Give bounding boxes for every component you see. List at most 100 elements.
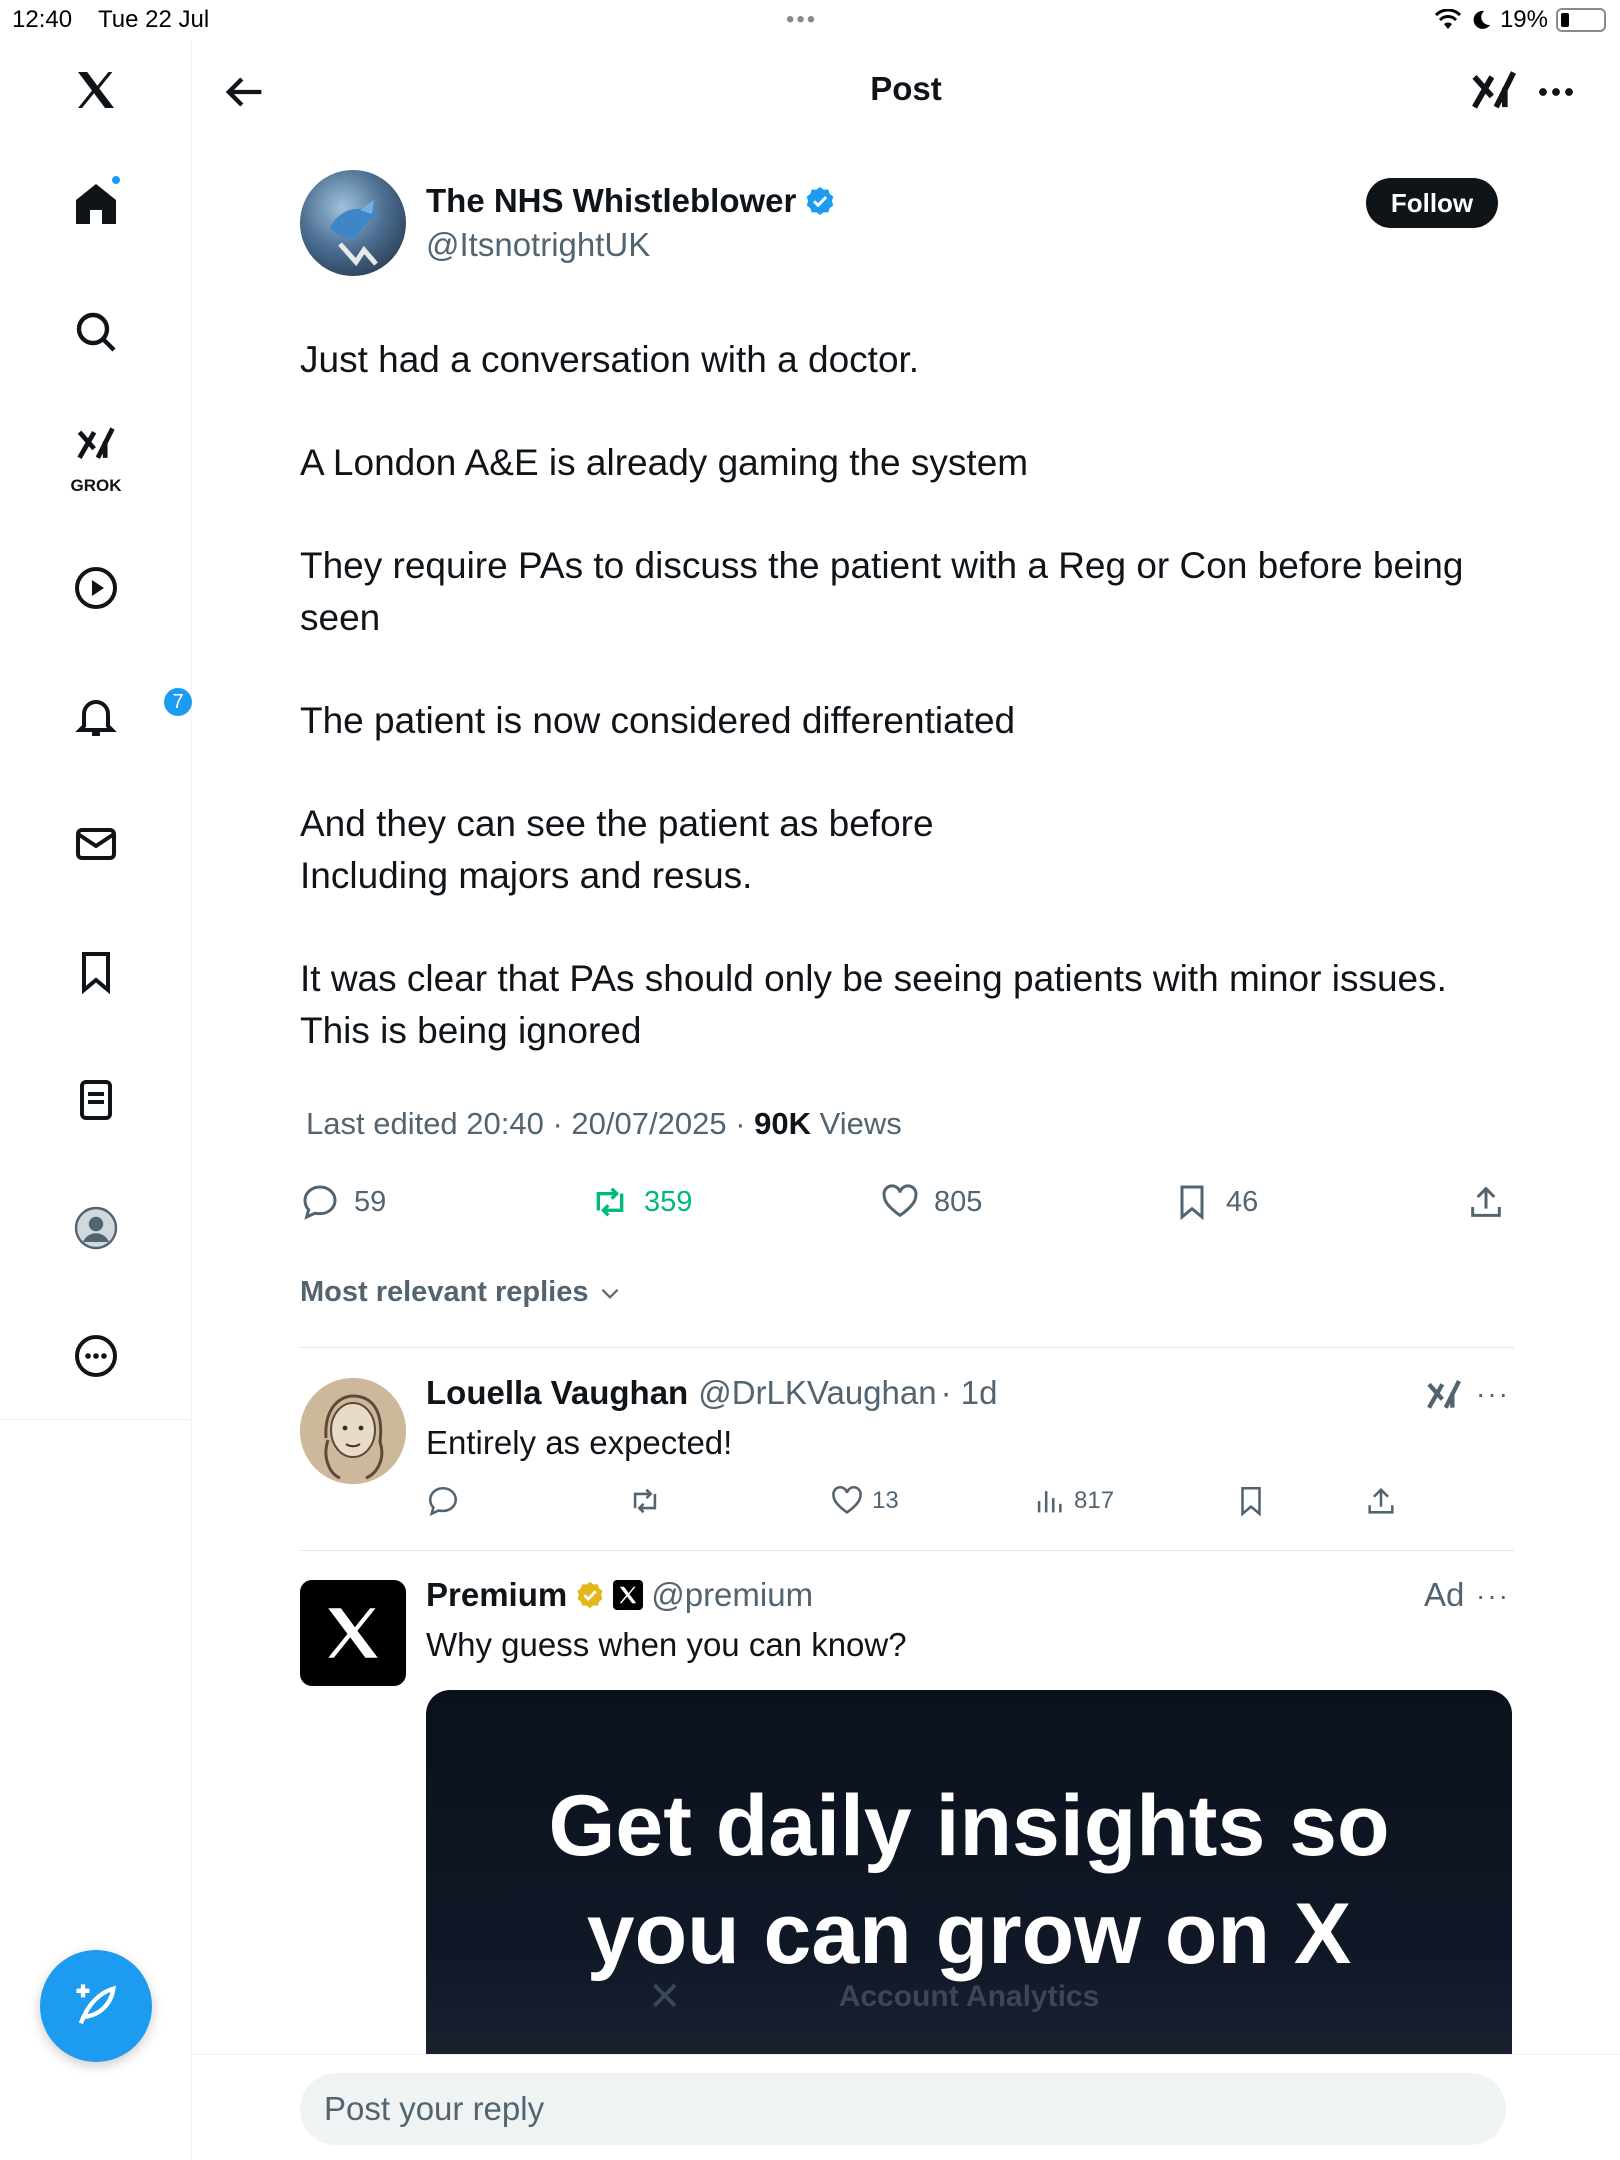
post-paragraph: The patient is now considered differenti… [300, 700, 1016, 741]
compose-post-button[interactable] [40, 1950, 152, 2062]
author-avatar[interactable] [300, 170, 406, 276]
grok-label: GROK [70, 476, 122, 495]
like-button[interactable]: 805 [880, 1182, 982, 1222]
sidebar-item-grok[interactable]: GROK [58, 416, 134, 495]
chevron-down-icon [601, 1288, 618, 1299]
multitask-dots-icon[interactable]: ••• [786, 6, 817, 34]
ad-media-card[interactable]: Get daily insights so you can grow on X … [426, 1690, 1512, 2060]
reply-bookmark-button[interactable] [1234, 1484, 1268, 1518]
views-count: 90K [754, 1106, 811, 1141]
ad-headline-line: you can grow on X [586, 1886, 1352, 1982]
repost-button[interactable]: 359 [590, 1182, 692, 1222]
share-icon [1368, 1487, 1394, 1514]
status-right: 19% [1434, 6, 1606, 34]
sidebar-item-search[interactable] [58, 294, 134, 370]
reply-author-name[interactable]: Louella Vaughan [426, 1374, 688, 1412]
header-grok-button[interactable] [1468, 66, 1520, 118]
post-paragraph: Just had a conversation with a doctor. [300, 339, 920, 380]
follow-button[interactable]: Follow [1366, 178, 1498, 228]
compose-feather-icon [76, 1984, 116, 2025]
reply-like-count: 13 [872, 1487, 899, 1514]
grok-icon [1427, 1380, 1461, 1409]
reply-icon [428, 1486, 458, 1517]
author-name-row[interactable]: The NHS Whistleblower [426, 182, 836, 220]
header-more-button[interactable] [1530, 66, 1582, 118]
reply-input[interactable]: Post your reply [300, 2073, 1506, 2145]
bar-chart-icon [1037, 1491, 1062, 1513]
post-meta: Last edited 20:40 · 20/07/2025 · 90K Vie… [306, 1106, 902, 1141]
divider [300, 1550, 1514, 1551]
sidebar-item-home[interactable] [58, 166, 134, 242]
reply-reply-button[interactable] [426, 1484, 460, 1518]
sidebar-item-messages[interactable] [58, 806, 134, 882]
reply-header: Louella Vaughan @DrLKVaughan · 1d [426, 1374, 997, 1412]
sidebar-item-more[interactable] [58, 1318, 134, 1394]
share-icon [1471, 1186, 1501, 1217]
replies-sort-dropdown[interactable]: Most relevant replies [300, 1276, 623, 1309]
edited-timestamp[interactable]: Last edited 20:40 · 20/07/2025 [306, 1106, 727, 1141]
status-date: Tue 22 Jul [98, 6, 210, 33]
author-handle[interactable]: @ItsnotrightUK [426, 226, 650, 264]
list-icon [80, 1080, 112, 1120]
notifications-badge: 7 [162, 686, 194, 718]
bookmark-button[interactable]: 46 [1172, 1182, 1258, 1222]
bird-avatar-icon [330, 200, 380, 267]
reply-time: · 1d [940, 1374, 998, 1411]
status-time: 12:40 [12, 6, 73, 33]
verified-badge-icon [807, 187, 834, 215]
grok-icon [1472, 71, 1517, 109]
divider [300, 1347, 1514, 1348]
ad-label: Ad [1424, 1576, 1465, 1613]
moon-icon [1473, 10, 1490, 29]
post-paragraph: It was clear that PAs should only be see… [300, 958, 1447, 1051]
envelope-icon [76, 828, 116, 860]
reply-more-button[interactable]: ··· [1476, 1378, 1510, 1410]
reply-share-button[interactable] [1364, 1484, 1398, 1518]
ad-subtitle: Account Analytics [838, 1980, 1100, 2013]
sidebar: GROK 7 [0, 40, 194, 2160]
repost-icon [633, 1488, 657, 1514]
reply-grok-button[interactable] [1424, 1376, 1464, 1416]
play-icon [75, 567, 117, 609]
share-button[interactable] [1466, 1182, 1506, 1222]
reply-avatar[interactable] [300, 1378, 406, 1484]
sidebar-item-bookmarks[interactable] [58, 934, 134, 1010]
heart-icon [882, 1184, 918, 1218]
post-paragraph: A London A&E is already gaming the syste… [300, 442, 1029, 483]
reply-composer-bar: Post your reply [192, 2054, 1620, 2160]
reply-views-button[interactable]: 817 [1032, 1484, 1114, 1518]
heart-icon [832, 1486, 862, 1514]
grok-icon [77, 427, 115, 460]
reply-author-handle[interactable]: @DrLKVaughan [698, 1374, 936, 1412]
status-bar: 12:40 Tue 22 Jul ••• 19% [0, 0, 1620, 40]
battery-icon [1556, 8, 1606, 32]
sidebar-item-lists[interactable] [58, 1062, 134, 1138]
gold-verified-badge-icon [577, 1581, 603, 1609]
sidebar-item-profile[interactable] [58, 1190, 134, 1266]
ad-more-button[interactable]: ··· [1476, 1580, 1510, 1612]
reply-icon [303, 1185, 337, 1220]
battery-percent: 19% [1499, 6, 1548, 33]
post-paragraph: And they can see the patient as before I… [300, 803, 934, 896]
ad-author-handle[interactable]: @premium [651, 1576, 813, 1614]
ad-text: Why guess when you can know? [426, 1626, 907, 1663]
repost-count: 359 [644, 1185, 693, 1218]
reply-repost-button[interactable] [628, 1484, 662, 1518]
sidebar-item-notifications[interactable]: 7 [58, 678, 194, 754]
post-actions: 59 359 805 46 [300, 1182, 1510, 1232]
ad-avatar[interactable] [300, 1580, 406, 1686]
reply-count: 59 [354, 1185, 387, 1218]
sketch-portrait-icon [300, 1378, 406, 1484]
bell-icon [75, 700, 117, 736]
home-unread-dot [110, 174, 122, 186]
ad-author-name[interactable]: Premium [426, 1576, 567, 1614]
reply-button[interactable]: 59 [300, 1182, 386, 1222]
reply-text: Entirely as expected! [426, 1424, 733, 1461]
author-name[interactable]: The NHS Whistleblower [426, 182, 796, 220]
repost-icon [596, 1187, 624, 1217]
sidebar-item-video[interactable] [58, 550, 134, 626]
reply-views-count: 817 [1074, 1487, 1115, 1514]
reply-like-button[interactable]: 13 [830, 1484, 899, 1518]
ad-header: Premium @premium [426, 1576, 813, 1614]
bookmark-icon [82, 952, 110, 995]
